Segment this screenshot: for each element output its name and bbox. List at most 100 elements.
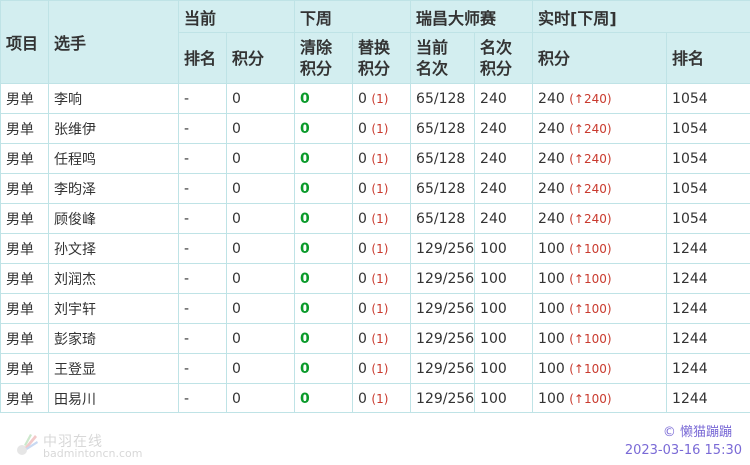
- cell-player-text[interactable]: 田易川: [54, 392, 96, 408]
- cell-current-place-text: 129/256: [416, 241, 474, 257]
- author-credit[interactable]: © 懒猫蹦蹦: [663, 421, 732, 440]
- replace-points-value: 0: [358, 211, 367, 227]
- cell-current-place-text: 129/256: [416, 331, 474, 347]
- cell-event: 男单: [1, 234, 49, 264]
- cell-event: 男单: [1, 114, 49, 144]
- replace-points-value: 0: [358, 151, 367, 167]
- table-row: 男单刘润杰-000 (1)129/256100100 (↑100)1244: [1, 264, 750, 294]
- cell-current-place: 129/256: [411, 354, 475, 384]
- site-logo[interactable]: 中羽在线 badmintoncn.com: [13, 431, 163, 461]
- cell-replace-points: 0 (1): [353, 264, 411, 294]
- cell-player-text[interactable]: 刘宇轩: [54, 302, 96, 318]
- header-live-points: 积分: [533, 33, 667, 84]
- header-place-points: 名次积分: [475, 33, 533, 84]
- cell-clear-points: 0: [295, 114, 353, 144]
- cell-player-text[interactable]: 彭家琦: [54, 332, 96, 348]
- cell-current-place: 65/128: [411, 204, 475, 234]
- cell-replace-points: 0 (1): [353, 234, 411, 264]
- cell-player-text[interactable]: 任程鸣: [54, 152, 96, 168]
- cell-current-place-text: 65/128: [416, 211, 465, 227]
- cell-live-rank: 1054: [667, 84, 750, 114]
- cell-current-points-text: 0: [232, 271, 241, 287]
- cell-current-rank: -: [179, 354, 227, 384]
- cell-current-place-text: 129/256: [416, 391, 474, 407]
- cell-live-points: 100 (↑100): [533, 384, 667, 414]
- live-points-value: 100: [538, 301, 565, 317]
- cell-player-text[interactable]: 王登显: [54, 362, 96, 378]
- cell-live-rank-text: 1244: [672, 241, 708, 257]
- cell-event-text: 男单: [6, 302, 34, 318]
- cell-current-rank-text: -: [184, 271, 189, 287]
- cell-player-text[interactable]: 李响: [54, 92, 82, 108]
- cell-current-rank: -: [179, 234, 227, 264]
- cell-player: 顾俊峰: [49, 204, 179, 234]
- replace-count: (1): [371, 92, 388, 106]
- cell-event: 男单: [1, 174, 49, 204]
- cell-player-text[interactable]: 孙文择: [54, 242, 96, 258]
- cell-current-points-text: 0: [232, 361, 241, 377]
- cell-current-points: 0: [227, 204, 295, 234]
- cell-player-text[interactable]: 李昀泽: [54, 182, 96, 198]
- cell-live-rank-text: 1244: [672, 331, 708, 347]
- live-points-delta: (↑240): [569, 182, 611, 196]
- cell-clear-points-text: 0: [300, 331, 310, 347]
- header-replace-points: 替换积分: [353, 33, 411, 84]
- cell-current-points: 0: [227, 354, 295, 384]
- table-row: 男单李昀泽-000 (1)65/128240240 (↑240)1054: [1, 174, 750, 204]
- cell-clear-points-text: 0: [300, 151, 310, 167]
- replace-points-value: 0: [358, 331, 367, 347]
- cell-player-text[interactable]: 张维伊: [54, 122, 96, 138]
- cell-player-text[interactable]: 顾俊峰: [54, 212, 96, 228]
- cell-current-place: 65/128: [411, 84, 475, 114]
- cell-current-points: 0: [227, 294, 295, 324]
- cell-current-place: 129/256: [411, 384, 475, 414]
- replace-points-value: 0: [358, 241, 367, 257]
- replace-count: (1): [371, 122, 388, 136]
- cell-live-rank-text: 1244: [672, 301, 708, 317]
- cell-event-text: 男单: [6, 152, 34, 168]
- live-points-value: 100: [538, 241, 565, 257]
- cell-clear-points-text: 0: [300, 241, 310, 257]
- cell-event: 男单: [1, 384, 49, 414]
- table-row: 男单孙文择-000 (1)129/256100100 (↑100)1244: [1, 234, 750, 264]
- cell-replace-points: 0 (1): [353, 174, 411, 204]
- cell-current-rank: -: [179, 144, 227, 174]
- cell-place-points: 100: [475, 384, 533, 414]
- cell-event: 男单: [1, 264, 49, 294]
- live-points-value: 240: [538, 211, 565, 227]
- replace-count: (1): [371, 212, 388, 226]
- cell-clear-points-text: 0: [300, 391, 310, 407]
- cell-current-rank-text: -: [184, 391, 189, 407]
- cell-replace-points: 0 (1): [353, 144, 411, 174]
- cell-event: 男单: [1, 144, 49, 174]
- cell-player: 李响: [49, 84, 179, 114]
- cell-clear-points-text: 0: [300, 181, 310, 197]
- cell-place-points: 100: [475, 324, 533, 354]
- replace-points-value: 0: [358, 121, 367, 137]
- cell-current-rank: -: [179, 324, 227, 354]
- cell-current-points: 0: [227, 144, 295, 174]
- replace-points-value: 0: [358, 361, 367, 377]
- cell-live-rank-text: 1054: [672, 181, 708, 197]
- cell-current-place-text: 65/128: [416, 151, 465, 167]
- cell-place-points: 100: [475, 354, 533, 384]
- cell-clear-points: 0: [295, 204, 353, 234]
- cell-live-rank-text: 1054: [672, 151, 708, 167]
- cell-clear-points-text: 0: [300, 301, 310, 317]
- cell-place-points-text: 100: [480, 271, 507, 287]
- cell-current-rank: -: [179, 294, 227, 324]
- cell-live-rank-text: 1054: [672, 121, 708, 137]
- cell-event-text: 男单: [6, 392, 34, 408]
- timestamp: 2023-03-16 15:30: [625, 443, 742, 458]
- cell-live-rank: 1244: [667, 384, 750, 414]
- live-points-delta: (↑240): [569, 92, 611, 106]
- cell-current-rank-text: -: [184, 301, 189, 317]
- cell-clear-points-text: 0: [300, 271, 310, 287]
- cell-clear-points: 0: [295, 354, 353, 384]
- cell-live-points: 240 (↑240): [533, 84, 667, 114]
- cell-live-points: 240 (↑240): [533, 174, 667, 204]
- cell-place-points-text: 100: [480, 301, 507, 317]
- cell-player-text[interactable]: 刘润杰: [54, 272, 96, 288]
- cell-current-points-text: 0: [232, 121, 241, 137]
- cell-live-points: 240 (↑240): [533, 114, 667, 144]
